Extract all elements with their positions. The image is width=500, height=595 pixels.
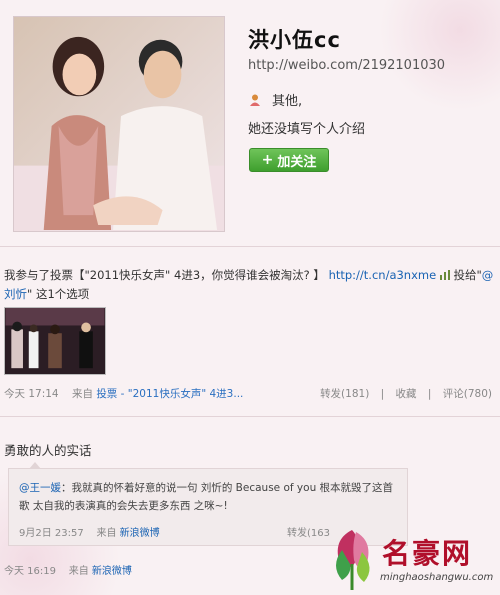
post2-source-prefix: 来自 <box>68 566 89 577</box>
follow-label: 加关注 <box>277 154 317 170</box>
post1-text-c: " 这1个选项 <box>27 287 90 301</box>
post2-text: 勇敢的人的实话 <box>4 443 92 458</box>
profile-intro: 她还没填写个人介绍 <box>248 122 366 137</box>
favorite-link[interactable]: 收藏 <box>396 388 417 400</box>
action-divider: | <box>427 388 432 400</box>
follow-button[interactable]: + 加关注 <box>249 148 329 172</box>
watermark-title: 名豪网 <box>382 537 473 570</box>
gender-row: 其他, <box>248 90 302 109</box>
post2-source[interactable]: 新浪微博 <box>92 566 132 577</box>
post1-meta: 今天 17:14 来自 投票 - "2011快乐女声" 4进3... 转发(18… <box>4 386 494 401</box>
stage-photo <box>5 308 105 374</box>
post1-actions: 转发(181) | 收藏 | 评论(780) <box>312 386 492 401</box>
profile-avatar[interactable] <box>13 16 225 232</box>
person-icon <box>248 93 262 107</box>
flower-logo <box>336 530 370 590</box>
repost-source[interactable]: 新浪微博 <box>120 528 160 539</box>
post1-link[interactable]: http://t.cn/a3nxme <box>329 268 437 282</box>
repost-user[interactable]: @王一媛 <box>19 482 61 494</box>
repost-text: @王一媛：我就真的怀着好意的说一句 刘忻的 Because of you 根本就… <box>19 479 401 515</box>
divider <box>0 246 500 247</box>
action-divider: | <box>380 388 385 400</box>
repost-body: ：我就真的怀着好意的说一句 刘忻的 Because of you 根本就毁了这首… <box>19 482 394 512</box>
post2-time[interactable]: 今天 16:19 <box>4 566 56 577</box>
divider <box>0 416 500 417</box>
plus-icon: + <box>261 152 274 168</box>
post1-thumbnail[interactable] <box>4 307 106 375</box>
post1-time[interactable]: 今天 17:14 <box>4 388 59 400</box>
forward-link[interactable]: 转发(181) <box>320 388 369 400</box>
post1-source-prefix: 来自 <box>71 388 93 400</box>
watermark: 名豪网 minghaoshangwu.com <box>322 520 498 592</box>
profile-url[interactable]: http://weibo.com/2192101030 <box>248 58 445 73</box>
repost-source-prefix: 来自 <box>96 528 117 539</box>
gender-text: 其他, <box>272 94 303 109</box>
watermark-url: minghaoshangwu.com <box>380 572 494 583</box>
post2-meta: 今天 16:19 来自 新浪微博 <box>4 562 132 577</box>
couple-photo <box>14 17 224 231</box>
repost-time[interactable]: 9月2日 23:57 <box>19 528 84 539</box>
vote-icon <box>439 267 450 280</box>
weibo-page: 洪小伍cc http://weibo.com/2192101030 其他, 她还… <box>0 0 500 595</box>
post1-text-a: 我参与了投票【"2011快乐女声" 4进3，你觉得谁会被淘汰? 】 <box>4 268 325 282</box>
post1-source[interactable]: 投票 - "2011快乐女声" 4进3... <box>96 388 243 400</box>
profile-name: 洪小伍cc <box>248 28 341 52</box>
post1-text-b: 投给" <box>453 268 482 282</box>
post1-text: 我参与了投票【"2011快乐女声" 4进3，你觉得谁会被淘汰? 】 http:/… <box>4 266 494 304</box>
comment-link[interactable]: 评论(780) <box>443 388 492 400</box>
